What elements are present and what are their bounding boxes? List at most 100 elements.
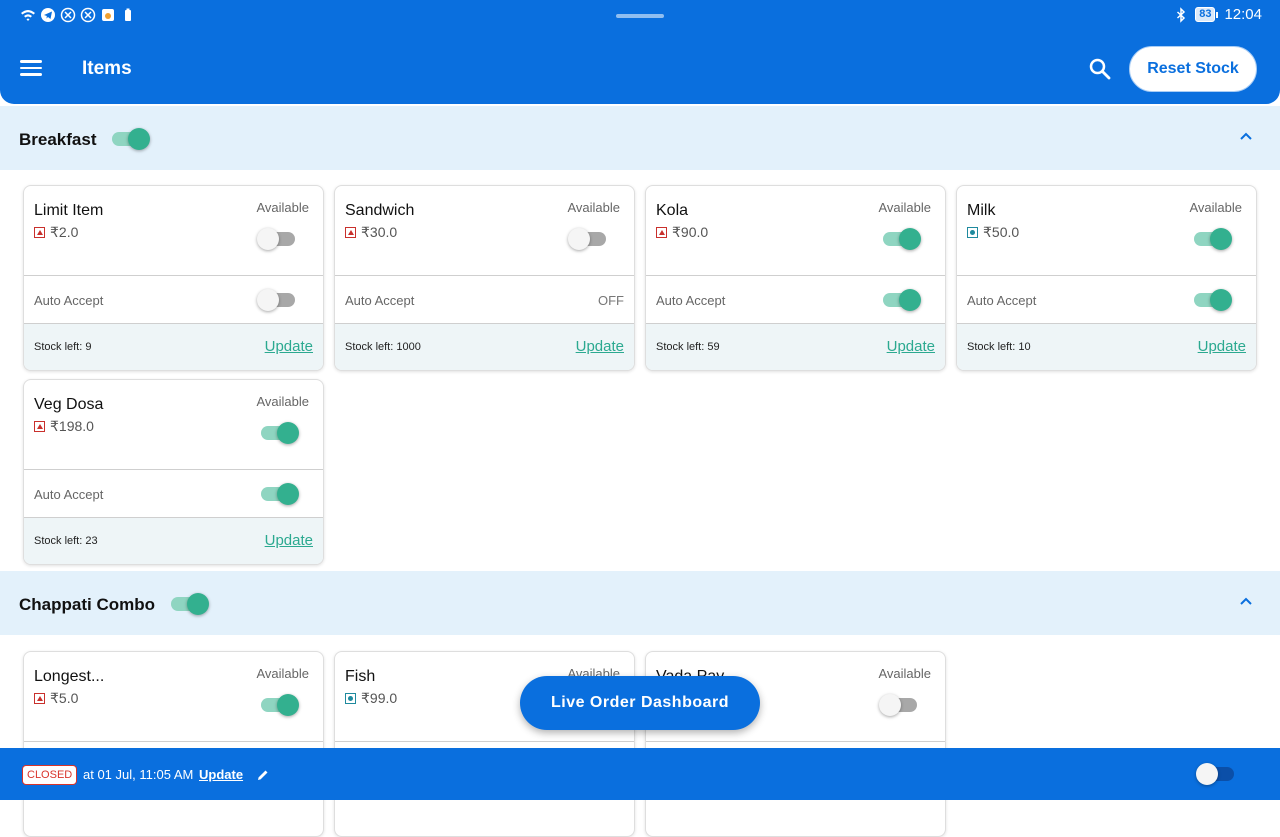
item-card: Sandwich ₹30.0 Available Auto Accept OFF… [334, 185, 635, 371]
search-icon[interactable] [1087, 56, 1113, 82]
available-label: Available [256, 200, 309, 215]
item-card: Longest... ₹5.0 Available [23, 651, 324, 837]
category-header-breakfast[interactable]: Breakfast [0, 106, 1280, 170]
stock-left: Stock left: 23 [34, 535, 98, 547]
stock-left: Stock left: 10 [967, 341, 1031, 353]
item-price: ₹30.0 [345, 224, 397, 241]
store-open-toggle[interactable] [1196, 763, 1238, 785]
status-right: 83 12:04 [1173, 6, 1262, 23]
auto-accept-label: Auto Accept [34, 293, 104, 308]
available-label: Available [1189, 200, 1242, 215]
available-toggle[interactable] [1190, 228, 1232, 250]
non-veg-marker-icon [34, 693, 45, 704]
clock: 12:04 [1224, 6, 1262, 23]
available-toggle[interactable] [257, 422, 299, 444]
available-label: Available [256, 666, 309, 681]
auto-accept-toggle[interactable] [879, 289, 921, 311]
battery-indicator: 83 [1195, 7, 1219, 22]
item-price: ₹90.0 [656, 224, 708, 241]
available-toggle[interactable] [257, 694, 299, 716]
available-toggle[interactable] [257, 228, 299, 250]
app-bar: Items Reset Stock [0, 40, 1280, 100]
store-status-bar: CLOSED at 01 Jul, 11:05 AM Update [0, 748, 1280, 800]
available-toggle[interactable] [568, 228, 610, 250]
item-name: Veg Dosa [34, 396, 104, 413]
item-name: Limit Item [34, 202, 104, 219]
card-footer: Stock left: 59 Update [646, 323, 945, 370]
app-header: 83 12:04 Items Reset Stock [0, 0, 1280, 104]
item-price: ₹50.0 [967, 224, 1019, 241]
reset-stock-button[interactable]: Reset Stock [1129, 46, 1257, 92]
drag-handle[interactable] [616, 14, 664, 18]
card-footer: Stock left: 10 Update [957, 323, 1256, 370]
auto-accept-label: Auto Accept [345, 293, 415, 308]
telegram-icon [40, 7, 56, 23]
auto-accept-status: OFF [598, 293, 624, 308]
auto-accept-label: Auto Accept [656, 293, 726, 308]
available-label: Available [567, 200, 620, 215]
stock-left: Stock left: 59 [656, 341, 720, 353]
available-label: Available [878, 666, 931, 681]
status-text: at 01 Jul, 11:05 AM [83, 767, 194, 782]
update-stock-link[interactable]: Update [887, 338, 935, 355]
auto-accept-label: Auto Accept [34, 487, 104, 502]
category-name: Chappati Combo [19, 595, 155, 614]
available-label: Available [256, 394, 309, 409]
hamburger-menu-icon[interactable] [18, 56, 46, 84]
non-veg-marker-icon [345, 227, 356, 238]
item-name: Milk [967, 202, 996, 219]
chevron-up-icon[interactable] [1238, 128, 1254, 144]
auto-accept-toggle[interactable] [1190, 289, 1232, 311]
item-name: Sandwich [345, 202, 415, 219]
auto-accept-toggle[interactable] [257, 483, 299, 505]
x-icon [80, 7, 96, 23]
live-order-dashboard-button[interactable]: Live Order Dashboard [520, 676, 760, 730]
card-footer: Stock left: 1000 Update [335, 323, 634, 370]
chevron-up-icon[interactable] [1238, 593, 1254, 609]
non-veg-marker-icon [34, 421, 45, 432]
update-stock-link[interactable]: Update [265, 338, 313, 355]
status-bar: 83 12:04 [0, 0, 1280, 34]
item-name: Kola [656, 202, 689, 219]
category-header-chappati-combo[interactable]: Chappati Combo [0, 571, 1280, 635]
battery-level: 83 [1195, 7, 1216, 22]
available-toggle[interactable] [879, 228, 921, 250]
stock-left: Stock left: 1000 [345, 341, 421, 353]
non-veg-marker-icon [656, 227, 667, 238]
x-icon [60, 7, 76, 23]
veg-marker-icon [967, 227, 978, 238]
bluetooth-icon [1173, 6, 1189, 23]
card-footer: Stock left: 9 Update [24, 323, 323, 370]
item-price: ₹99.0 [345, 690, 397, 707]
update-stock-link[interactable]: Update [265, 532, 313, 549]
wifi-icon [20, 7, 36, 23]
veg-marker-icon [345, 693, 356, 704]
auto-accept-toggle[interactable] [257, 289, 299, 311]
notification-icons [20, 7, 136, 23]
card-footer: Stock left: 23 Update [24, 517, 323, 564]
item-name: Longest... [34, 668, 105, 685]
stock-left: Stock left: 9 [34, 341, 92, 353]
category-toggle[interactable] [167, 593, 209, 615]
available-toggle[interactable] [879, 694, 921, 716]
available-label: Available [878, 200, 931, 215]
item-price: ₹5.0 [34, 690, 78, 707]
non-veg-marker-icon [34, 227, 45, 238]
update-stock-link[interactable]: Update [1198, 338, 1246, 355]
item-card: Milk ₹50.0 Available Auto Accept Stock l… [956, 185, 1257, 371]
update-status-link[interactable]: Update [199, 767, 243, 782]
page-title: Items [82, 58, 132, 79]
item-price: ₹2.0 [34, 224, 78, 241]
item-card: Limit Item ₹2.0 Available Auto Accept St… [23, 185, 324, 371]
category-toggle[interactable] [108, 128, 150, 150]
auto-accept-label: Auto Accept [967, 293, 1037, 308]
item-price: ₹198.0 [34, 418, 94, 435]
update-stock-link[interactable]: Update [576, 338, 624, 355]
item-name: Fish [345, 668, 376, 685]
category-name: Breakfast [19, 130, 97, 149]
status-badge: CLOSED [22, 765, 78, 785]
pencil-icon[interactable] [256, 768, 270, 782]
item-card: Veg Dosa ₹198.0 Available Auto Accept St… [23, 379, 324, 565]
item-card: Kola ₹90.0 Available Auto Accept Stock l… [645, 185, 946, 371]
app-icon [100, 7, 116, 23]
